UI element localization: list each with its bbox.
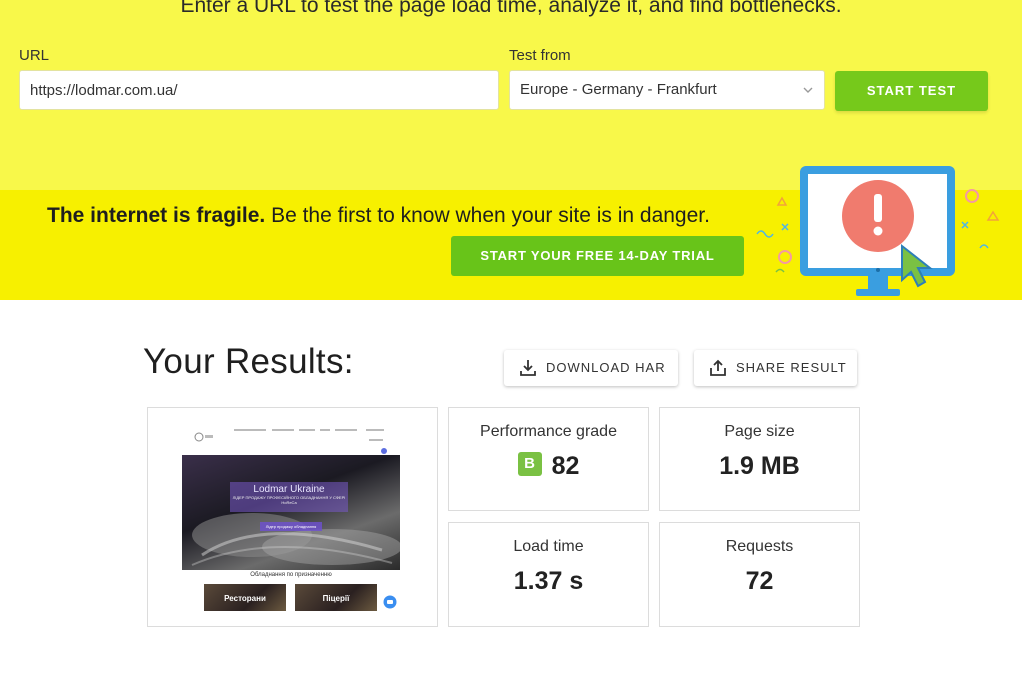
preview-section-title: Обладнання по призначенню <box>250 572 332 578</box>
test-location-select[interactable]: Europe - Germany - Frankfurt <box>509 70 825 110</box>
page-size-value: 1.9 MB <box>719 452 800 480</box>
start-test-button[interactable]: START TEST <box>835 71 988 111</box>
url-label: URL <box>19 47 50 64</box>
preview-chat-icon <box>383 595 397 609</box>
url-input[interactable] <box>19 70 499 110</box>
load-time-card: Load time 1.37 s <box>448 522 649 627</box>
preview-card-restaurants: Ресторани <box>204 584 286 611</box>
results-title: Your Results: <box>143 342 354 381</box>
download-har-button[interactable]: DOWNLOAD HAR <box>504 350 678 386</box>
requests-label: Requests <box>725 538 794 555</box>
performance-grade-value: 82 <box>551 452 580 480</box>
tagline: Enter a URL to test the page load time, … <box>180 0 842 17</box>
requests-value: 72 <box>745 567 774 595</box>
performance-grade-card: Performance grade B 82 <box>448 407 649 511</box>
performance-grade-value-row: B 82 <box>449 451 648 481</box>
share-result-button[interactable]: SHARE RESULT <box>694 350 857 386</box>
load-time-label: Load time <box>513 538 584 555</box>
chevron-down-icon <box>802 71 814 124</box>
page-screenshot: Lodmar Ukraine ЛІДЕР ПРОДАЖУ ПРОФЕСІЙНОГ… <box>182 423 402 611</box>
preview-hero-title: Lodmar Ukraine ЛІДЕР ПРОДАЖУ ПРОФЕСІЙНОГ… <box>230 482 348 512</box>
requests-card: Requests 72 <box>659 522 860 627</box>
promo-headline-bold: The internet is fragile. <box>47 204 266 227</box>
preview-navbar <box>182 423 402 455</box>
page-size-card: Page size 1.9 MB <box>659 407 860 511</box>
promo-headline: The internet is fragile. Be the first to… <box>47 204 710 228</box>
grade-badge: B <box>517 451 542 476</box>
share-icon <box>710 359 726 376</box>
download-har-label: DOWNLOAD HAR <box>546 360 666 375</box>
share-result-label: SHARE RESULT <box>736 360 847 375</box>
monitor-alert-illustration <box>756 166 1000 296</box>
preview-hero-button: Лідер продажу обладнання <box>260 522 322 531</box>
load-time-value: 1.37 s <box>513 567 584 595</box>
test-location-value: Europe - Germany - Frankfurt <box>520 81 717 98</box>
page-size-label: Page size <box>724 423 795 440</box>
performance-grade-label: Performance grade <box>480 423 617 440</box>
free-trial-button[interactable]: START YOUR FREE 14-DAY TRIAL <box>451 236 744 276</box>
promo-headline-rest: Be the first to know when your site is i… <box>271 204 710 227</box>
preview-hero: Lodmar Ukraine ЛІДЕР ПРОДАЖУ ПРОФЕСІЙНОГ… <box>182 455 400 570</box>
test-from-label: Test from <box>509 47 571 64</box>
preview-card-pizzerias: Піцерії <box>295 584 377 611</box>
download-icon <box>520 360 536 376</box>
